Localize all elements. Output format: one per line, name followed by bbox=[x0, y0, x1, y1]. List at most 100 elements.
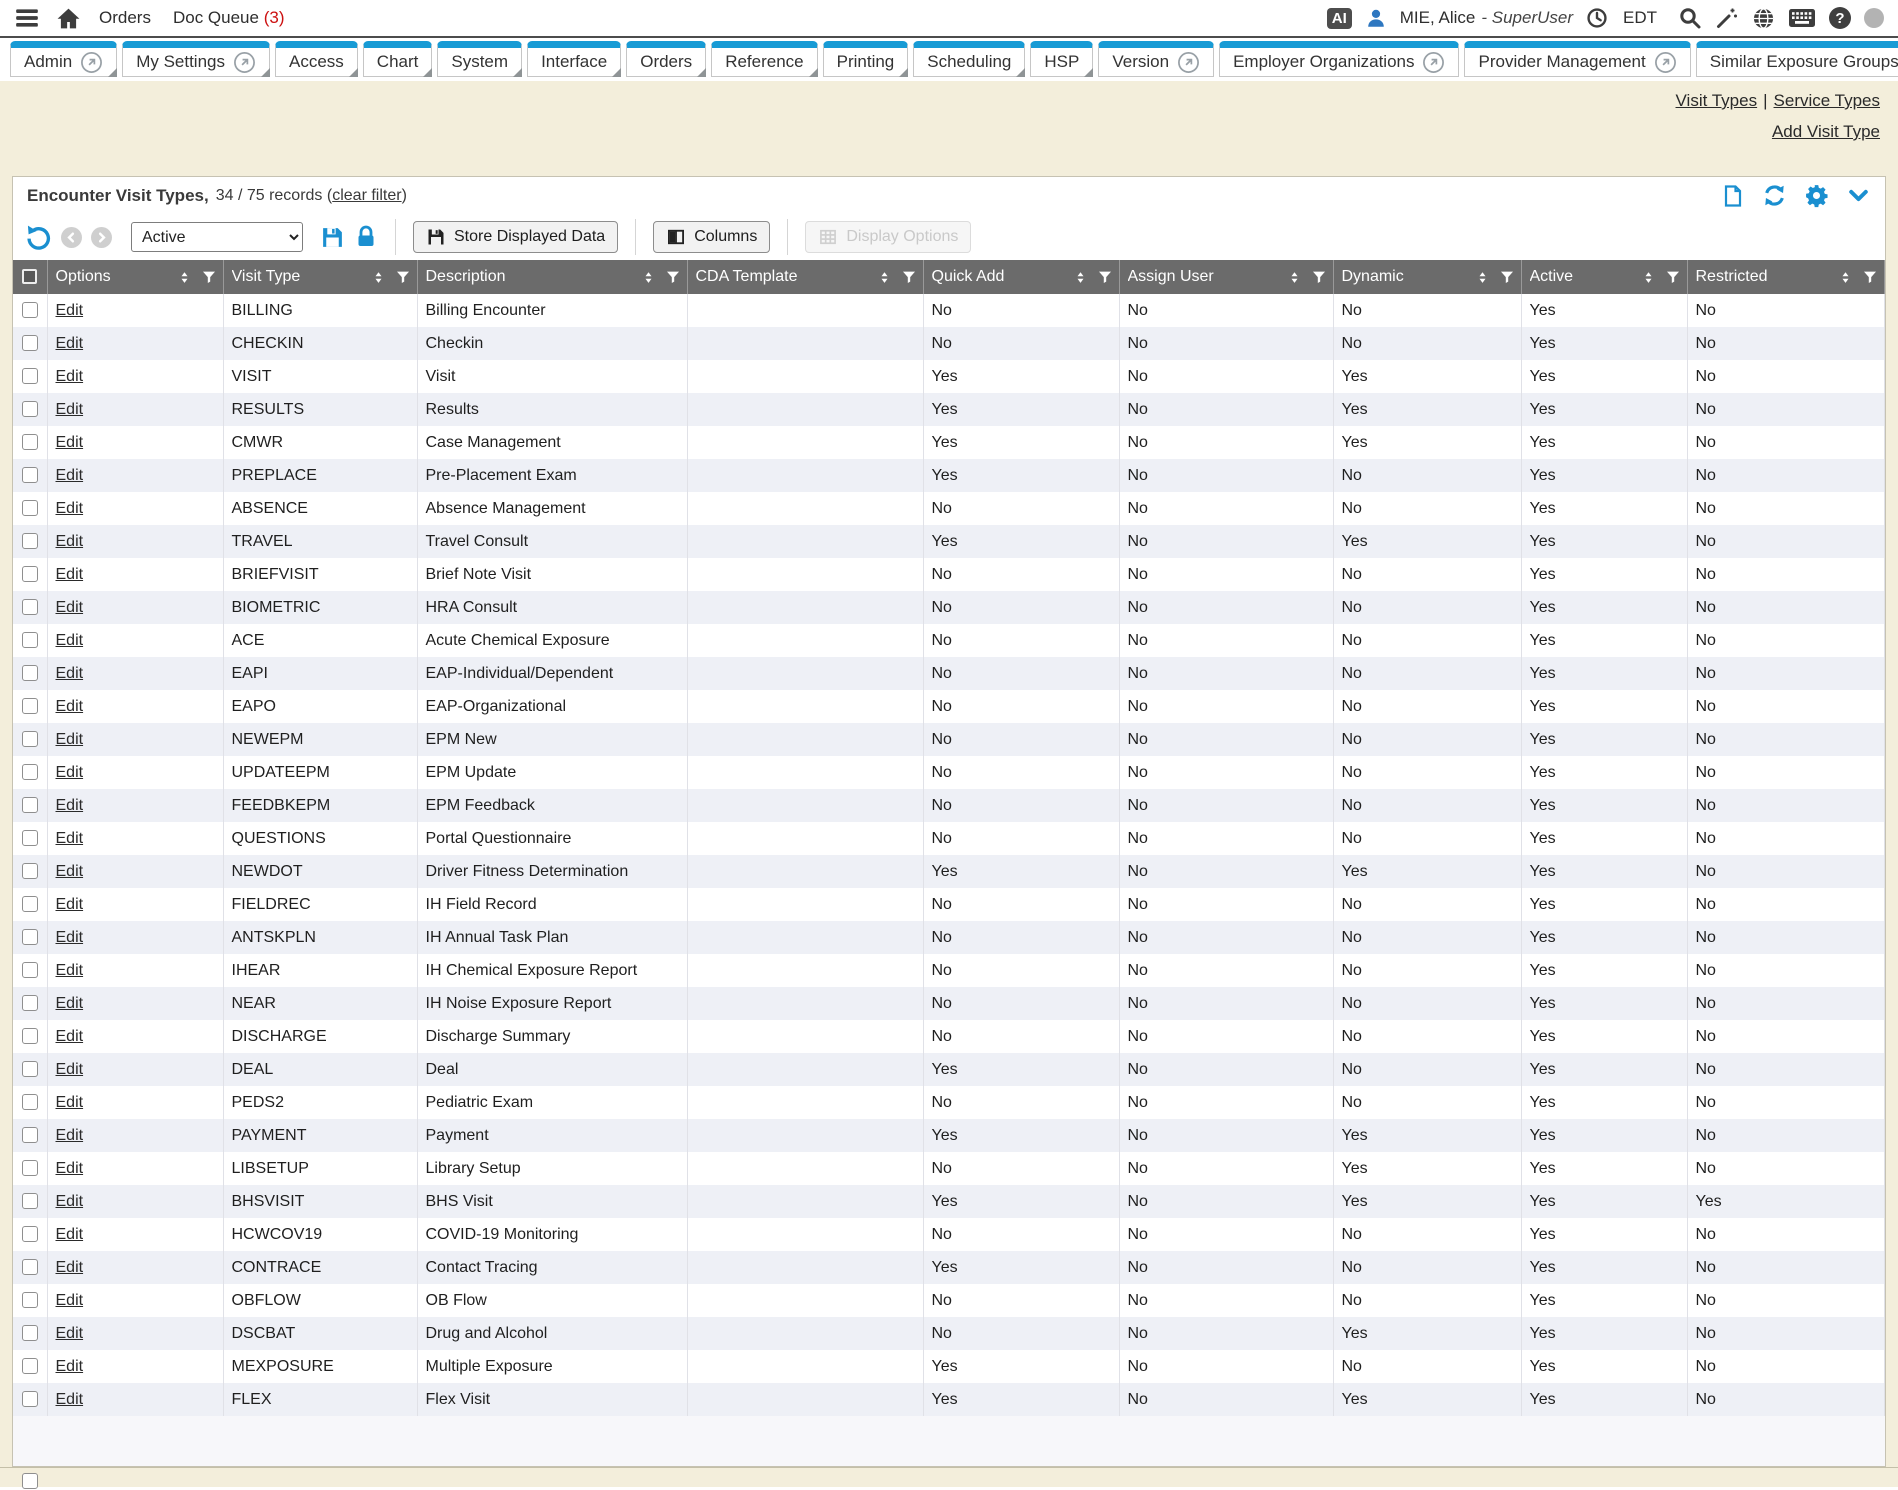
edit-link[interactable]: Edit bbox=[56, 401, 84, 418]
edit-link[interactable]: Edit bbox=[56, 1160, 84, 1177]
row-checkbox[interactable] bbox=[22, 500, 38, 516]
hamburger-menu-icon[interactable] bbox=[14, 5, 40, 31]
new-document-icon[interactable] bbox=[1721, 184, 1745, 208]
edit-link[interactable]: Edit bbox=[56, 830, 84, 847]
filter-icon[interactable] bbox=[1499, 269, 1515, 285]
edit-link[interactable]: Edit bbox=[56, 467, 84, 484]
edit-link[interactable]: Edit bbox=[56, 500, 84, 517]
column-header-description[interactable]: Description bbox=[417, 260, 687, 294]
forward-icon[interactable] bbox=[91, 227, 112, 248]
edit-link[interactable]: Edit bbox=[56, 1193, 84, 1210]
row-checkbox[interactable] bbox=[22, 863, 38, 879]
edit-link[interactable]: Edit bbox=[56, 566, 84, 583]
tab-similar-exposure-groups-segs[interactable]: Similar Exposure Groups (SEGs) bbox=[1696, 41, 1898, 77]
tab-interface[interactable]: Interface bbox=[527, 41, 621, 77]
undo-icon[interactable] bbox=[25, 224, 52, 251]
edit-link[interactable]: Edit bbox=[56, 698, 84, 715]
column-header-cda-template[interactable]: CDA Template bbox=[687, 260, 923, 294]
row-checkbox[interactable] bbox=[22, 632, 38, 648]
row-checkbox[interactable] bbox=[22, 401, 38, 417]
tab-chart[interactable]: Chart bbox=[363, 41, 433, 77]
visit-types-link[interactable]: Visit Types bbox=[1676, 91, 1758, 110]
row-checkbox[interactable] bbox=[22, 434, 38, 450]
row-checkbox[interactable] bbox=[22, 566, 38, 582]
row-checkbox[interactable] bbox=[22, 1193, 38, 1209]
sort-icon[interactable] bbox=[1641, 270, 1656, 285]
edit-link[interactable]: Edit bbox=[56, 929, 84, 946]
row-checkbox[interactable] bbox=[22, 1292, 38, 1308]
row-checkbox[interactable] bbox=[22, 962, 38, 978]
edit-link[interactable]: Edit bbox=[56, 764, 84, 781]
edit-link[interactable]: Edit bbox=[56, 1127, 84, 1144]
service-types-link[interactable]: Service Types bbox=[1774, 91, 1880, 110]
edit-link[interactable]: Edit bbox=[56, 863, 84, 880]
edit-link[interactable]: Edit bbox=[56, 599, 84, 616]
row-checkbox[interactable] bbox=[22, 599, 38, 615]
sort-icon[interactable] bbox=[1838, 270, 1853, 285]
sort-icon[interactable] bbox=[877, 270, 892, 285]
clock-icon[interactable] bbox=[1586, 7, 1608, 29]
user-label[interactable]: MIE, Alice- SuperUser bbox=[1400, 8, 1573, 28]
user-icon[interactable] bbox=[1365, 7, 1387, 29]
filter-icon[interactable] bbox=[395, 269, 411, 285]
edit-link[interactable]: Edit bbox=[56, 632, 84, 649]
filter-icon[interactable] bbox=[201, 269, 217, 285]
sort-icon[interactable] bbox=[1073, 270, 1088, 285]
collapse-chevron-icon[interactable] bbox=[1846, 183, 1871, 208]
edit-link[interactable]: Edit bbox=[56, 368, 84, 385]
help-icon[interactable]: ? bbox=[1829, 7, 1851, 29]
tab-provider-management[interactable]: Provider Management bbox=[1464, 41, 1690, 77]
sort-icon[interactable] bbox=[1475, 270, 1490, 285]
wand-icon[interactable] bbox=[1715, 6, 1739, 30]
row-checkbox[interactable] bbox=[22, 1259, 38, 1275]
column-header-visit-type[interactable]: Visit Type bbox=[223, 260, 417, 294]
row-checkbox[interactable] bbox=[22, 302, 38, 318]
edit-link[interactable]: Edit bbox=[56, 962, 84, 979]
tab-orders[interactable]: Orders bbox=[626, 41, 706, 77]
edit-link[interactable]: Edit bbox=[56, 1094, 84, 1111]
edit-link[interactable]: Edit bbox=[56, 434, 84, 451]
row-checkbox[interactable] bbox=[22, 1160, 38, 1176]
globe-icon[interactable] bbox=[1752, 7, 1775, 30]
row-checkbox[interactable] bbox=[22, 830, 38, 846]
tab-admin[interactable]: Admin bbox=[10, 41, 117, 77]
status-filter-select[interactable]: Active bbox=[131, 222, 303, 252]
search-icon[interactable] bbox=[1678, 6, 1702, 30]
row-checkbox[interactable] bbox=[22, 665, 38, 681]
filter-icon[interactable] bbox=[901, 269, 917, 285]
column-header-options[interactable]: Options bbox=[47, 260, 223, 294]
row-checkbox[interactable] bbox=[22, 929, 38, 945]
save-icon[interactable] bbox=[320, 225, 345, 250]
edit-link[interactable]: Edit bbox=[56, 533, 84, 550]
columns-button[interactable]: Columns bbox=[653, 221, 770, 253]
tab-system[interactable]: System bbox=[437, 41, 522, 77]
row-checkbox[interactable] bbox=[22, 1094, 38, 1110]
row-checkbox[interactable] bbox=[22, 335, 38, 351]
row-checkbox[interactable] bbox=[22, 1127, 38, 1143]
tab-access[interactable]: Access bbox=[275, 41, 358, 77]
edit-link[interactable]: Edit bbox=[56, 731, 84, 748]
row-checkbox[interactable] bbox=[22, 698, 38, 714]
filter-icon[interactable] bbox=[665, 269, 681, 285]
tab-printing[interactable]: Printing bbox=[823, 41, 909, 77]
row-checkbox[interactable] bbox=[22, 467, 38, 483]
keyboard-icon[interactable] bbox=[1788, 8, 1816, 28]
edit-link[interactable]: Edit bbox=[56, 302, 84, 319]
filter-icon[interactable] bbox=[1665, 269, 1681, 285]
row-checkbox[interactable] bbox=[22, 533, 38, 549]
sort-icon[interactable] bbox=[177, 270, 192, 285]
column-header-active[interactable]: Active bbox=[1521, 260, 1687, 294]
lock-icon[interactable] bbox=[354, 225, 378, 249]
row-checkbox[interactable] bbox=[22, 1391, 38, 1407]
breadcrumb-orders[interactable]: Orders bbox=[99, 8, 151, 28]
row-checkbox[interactable] bbox=[22, 1358, 38, 1374]
footer-select-all-checkbox[interactable] bbox=[22, 1473, 38, 1489]
edit-link[interactable]: Edit bbox=[56, 1292, 84, 1309]
edit-link[interactable]: Edit bbox=[56, 797, 84, 814]
tab-scheduling[interactable]: Scheduling bbox=[913, 41, 1025, 77]
edit-link[interactable]: Edit bbox=[56, 1325, 84, 1342]
row-checkbox[interactable] bbox=[22, 1028, 38, 1044]
tab-reference[interactable]: Reference bbox=[711, 41, 817, 77]
row-checkbox[interactable] bbox=[22, 764, 38, 780]
tab-version[interactable]: Version bbox=[1098, 41, 1214, 77]
